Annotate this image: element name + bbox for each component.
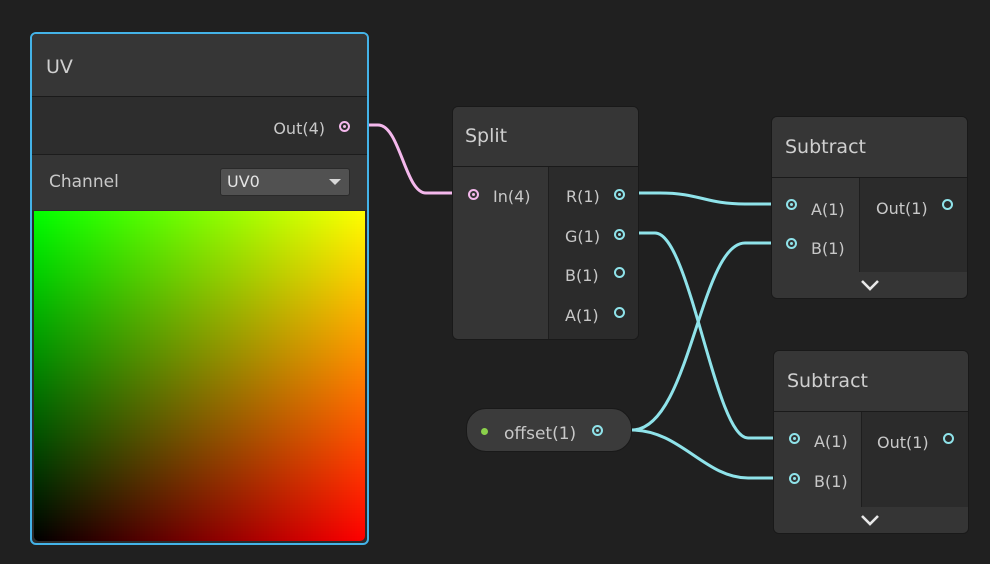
wire-offset-to-subtract2-b[interactable] <box>631 428 794 480</box>
split-output-r-port-icon[interactable] <box>614 189 625 200</box>
subtract-2-input-column <box>774 412 862 507</box>
uv-node[interactable]: UV Out(4) Channel UV0 <box>30 32 369 545</box>
subtract-2-collapse-bar[interactable] <box>774 507 968 533</box>
property-indicator-icon <box>481 428 488 435</box>
split-output-g-label: G(1) <box>565 227 601 246</box>
collapse-chevron-icon <box>861 280 879 291</box>
split-output-a-label: A(1) <box>565 306 599 325</box>
subtract-1-input-a-label: A(1) <box>811 200 845 219</box>
uv-preview-canvas <box>34 211 365 541</box>
subtract-2-header[interactable]: Subtract <box>774 351 968 412</box>
split-output-b-label: B(1) <box>565 266 599 285</box>
offset-property-node[interactable]: offset(1) <box>466 408 632 452</box>
split-node-title: Split <box>465 125 508 147</box>
wire-split-r-to-subtract1-a[interactable] <box>619 191 792 206</box>
uv-output-port-icon[interactable] <box>339 121 350 132</box>
dropdown-arrow-icon <box>329 179 341 185</box>
subtract-1-input-b-label: B(1) <box>811 239 845 258</box>
collapse-chevron-icon <box>861 515 879 526</box>
subtract-1-output-label: Out(1) <box>876 199 928 218</box>
channel-dropdown[interactable]: UV0 <box>220 168 350 196</box>
split-input-label: In(4) <box>493 187 531 206</box>
uv-node-title: UV <box>46 56 73 78</box>
subtract-node-1[interactable]: Subtract A(1) B(1) Out(1) <box>771 116 968 299</box>
offset-property-label: offset(1) <box>504 424 577 444</box>
subtract-1-collapse-bar[interactable] <box>772 272 967 298</box>
subtract-1-input-a-port-icon[interactable] <box>786 199 797 210</box>
subtract-1-output-port-icon[interactable] <box>942 199 953 210</box>
subtract-2-input-b-label: B(1) <box>814 472 848 491</box>
subtract-2-input-b-port-icon[interactable] <box>789 473 800 484</box>
subtract-1-header[interactable]: Subtract <box>772 117 967 178</box>
uv-output-label: Out(4) <box>273 119 325 138</box>
split-output-a-port-icon[interactable] <box>614 307 625 318</box>
subtract-2-output-port-icon[interactable] <box>943 433 954 444</box>
subtract-1-title: Subtract <box>785 136 866 158</box>
split-output-g-port-icon[interactable] <box>614 229 625 240</box>
uv-node-header[interactable]: UV <box>32 34 367 97</box>
subtract-2-title: Subtract <box>787 370 868 392</box>
split-input-port-icon[interactable] <box>468 189 479 200</box>
subtract-2-input-a-label: A(1) <box>814 432 848 451</box>
split-output-b-port-icon[interactable] <box>614 267 625 278</box>
channel-label: Channel <box>49 172 119 192</box>
subtract-1-input-b-port-icon[interactable] <box>786 238 797 249</box>
subtract-node-2[interactable]: Subtract A(1) B(1) Out(1) <box>773 350 969 534</box>
channel-dropdown-value: UV0 <box>227 172 260 191</box>
split-node[interactable]: Split In(4) R(1) G(1) B(1) A(1) <box>452 106 639 340</box>
split-output-r-label: R(1) <box>566 187 600 206</box>
uv-channel-row: Channel UV0 <box>32 155 367 210</box>
subtract-2-output-label: Out(1) <box>877 433 929 452</box>
subtract-2-input-a-port-icon[interactable] <box>789 433 800 444</box>
uv-node-output-row: Out(4) <box>32 97 367 155</box>
uv-preview <box>34 211 365 541</box>
offset-output-port-icon[interactable] <box>592 425 603 436</box>
split-node-header[interactable]: Split <box>453 107 638 167</box>
wire-split-g-to-subtract2-a[interactable] <box>619 231 794 440</box>
